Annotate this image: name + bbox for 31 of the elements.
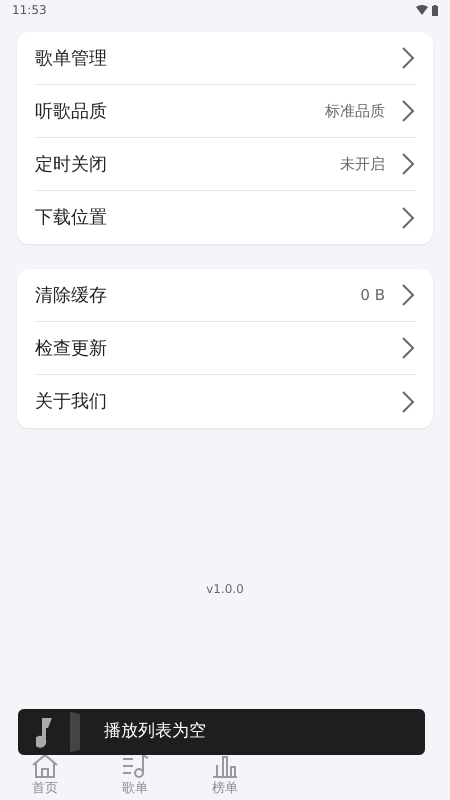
chevron-right-icon [401,283,415,307]
row-label: 清除缓存 [35,284,107,308]
version-text: v1.0.0 [206,581,244,598]
settings-row[interactable]: 关于我们 [35,375,415,428]
settings-row[interactable]: 下载位置 [35,191,415,244]
chevron-right-icon [401,206,415,230]
settings-row[interactable]: 定时关闭 未开启 [35,138,415,191]
chevron-right-icon [401,99,415,123]
row-label: 下载位置 [35,206,107,230]
settings-row[interactable]: 听歌品质 标准品质 [35,85,415,138]
row-label: 听歌品质 [35,100,107,124]
settings-row[interactable]: 歌单管理 [35,32,415,85]
toast-message: 播放列表为空 [104,720,206,744]
row-value: 0 B [360,284,385,306]
row-label: 关于我们 [35,390,107,414]
chevron-right-icon [401,390,415,414]
chevron-right-icon [401,152,415,176]
row-value: 未开启 [340,154,385,175]
home-icon [31,752,59,778]
settings-row[interactable]: 检查更新 [35,322,415,375]
wifi-icon [416,5,428,15]
settings-row[interactable]: 清除缓存 0 B [35,269,415,322]
row-label: 检查更新 [35,336,107,360]
row-label: 定时关闭 [35,152,107,176]
row-value: 标准品质 [325,100,385,122]
battery-icon [432,4,438,16]
chevron-right-icon [401,46,415,70]
status-time: 11:53 [12,2,47,19]
chevron-right-icon [401,336,415,360]
music-list-icon [121,752,149,778]
row-label: 歌单管理 [35,46,107,70]
